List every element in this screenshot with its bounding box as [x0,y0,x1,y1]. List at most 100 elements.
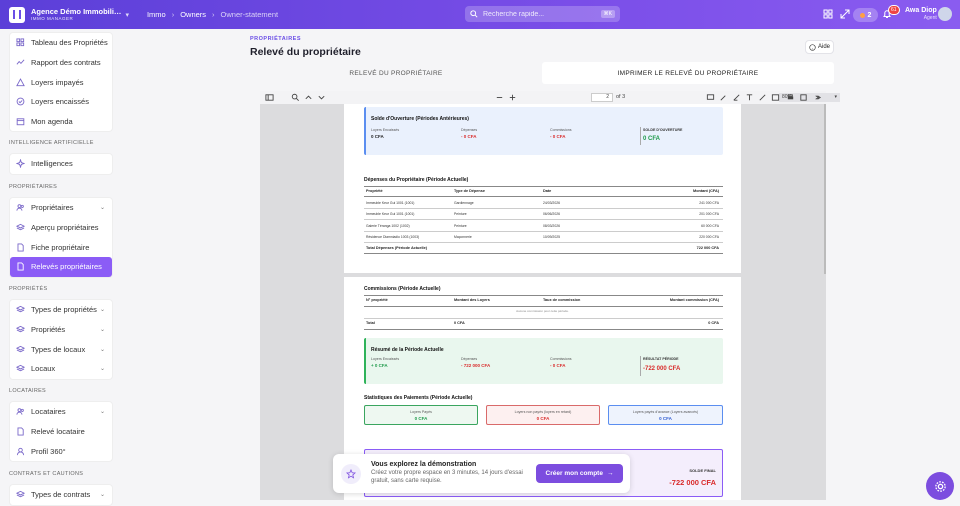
image-icon[interactable] [771,93,780,102]
agency-switcher[interactable]: Agence Démo Immobili… IMMO MANAGER [31,8,121,21]
warning-icon [16,77,25,87]
total-label: Total [366,321,375,325]
sidebar-item[interactable]: Mon agenda [10,112,112,132]
table-cell: Maçonnerie [454,234,472,239]
empty-state: Aucune commission pour cette période. [516,309,569,313]
pdf-viewer[interactable]: Solde d'Ouverture (Périodes Antérieures)… [260,104,826,500]
sidebar-item[interactable]: Types de contrats ⌄ [10,485,112,505]
layers-icon [16,490,25,499]
draw-icon[interactable] [719,93,728,102]
chevron-down-icon[interactable]: ⌄ [100,306,105,313]
sidebar-group-properties: Types de propriétés ⌄ Propriétés ⌄ Types de … [9,299,113,380]
sidebar-item[interactable]: Tableau des Propriétés [10,33,112,53]
arrow-right-icon: → [606,470,614,477]
document-icon [16,243,25,252]
opening-balance-box: Solde d'Ouverture (Périodes Antérieures)… [364,107,723,155]
table-cell: Immeuble Keur Gui 1001 (1001) [366,201,415,205]
apps-grid-icon[interactable] [823,9,833,19]
app-logo[interactable] [9,6,25,23]
chevron-up-icon[interactable] [304,93,313,102]
comment-icon[interactable] [706,93,715,102]
summary-value: - 0 CFA [550,363,566,368]
sidebar-item[interactable]: Relevé locataire [10,422,112,442]
chevron-down-icon[interactable]: ▾ [125,11,129,19]
tab-print-statement[interactable]: IMPRIMER LE RELEVÉ DU PROPRIÉTAIRE [542,62,834,84]
layers-icon [16,325,25,334]
page-eyebrow: PROPRIÉTAIRES [250,36,302,42]
final-balance-label: SOLDE FINAL [689,468,716,473]
breadcrumb-owners[interactable]: Owners [180,10,206,19]
sidebar-item[interactable]: Intelligences [10,154,112,174]
sidebar-item[interactable]: Relevés propriétaires [10,257,112,277]
sidebar-item[interactable]: Fiche propriétaire [10,237,112,257]
breadcrumb-immo[interactable]: Immo [147,10,166,19]
sidebar-item[interactable]: Propriétés ⌄ [10,320,112,340]
user-menu[interactable]: Awa Diop Agent [905,7,937,21]
page-total: of 3 [616,94,626,100]
sidebar-item-label: Intelligences [31,159,73,169]
search-icon[interactable] [291,93,300,102]
page-number-input[interactable]: 2 [591,93,613,102]
zoom-in-icon[interactable] [508,93,517,102]
demo-banner: Vous explorez la démonstration Créez vot… [333,454,630,493]
zoom-out-icon[interactable] [495,93,504,102]
total-value: 0 CFA [454,321,465,325]
payment-value: 0 CFA [536,416,550,421]
chevron-down-icon[interactable]: ⌄ [100,204,105,211]
chevron-down-icon[interactable]: ⌄ [100,346,105,353]
sidebar-item[interactable]: Locataires ⌄ [10,402,112,422]
print-icon[interactable] [786,93,795,102]
search-input[interactable]: Recherche rapide... ⌘K [465,6,620,22]
table-cell: 220 000 CFA [699,234,719,239]
sidebar-toggle-icon[interactable] [265,93,274,102]
sidebar-item-label: Types de locaux [31,344,86,354]
sidebar-item[interactable]: Locaux ⌄ [10,359,112,379]
table-header: Propriété [366,189,383,193]
sidebar-item[interactable]: Types de propriétés ⌄ [10,300,112,320]
summary-value: - 722 000 CFA [461,363,491,368]
help-button[interactable]: Aide [805,40,834,54]
payment-label: Loyers Payés [410,410,432,414]
settings-fab[interactable] [926,472,954,500]
create-account-label: Créer mon compte [545,470,603,477]
sidebar: Tableau des Propriétés Rapport des contra… [0,29,120,506]
sidebar-item-label: Propriétaires [31,203,74,213]
create-account-button[interactable]: Créer mon compte → [536,464,623,483]
table-cell: Peinture [454,212,467,217]
top-bar: Agence Démo Immobili… IMMO MANAGER ▾ Imm… [0,0,960,29]
chevron-down-icon: ▾ [834,94,837,100]
sidebar-item[interactable]: Loyers encaissés [10,92,112,112]
tabs: RELEVÉ DU PROPRIÉTAIRE IMPRIMER LE RELEV… [250,62,834,84]
check-circle-icon [16,97,25,106]
page-title: Relevé du propriétaire [250,46,361,58]
pen-icon[interactable] [758,93,767,102]
highlight-icon[interactable] [732,93,741,102]
sidebar-item-label: Types de contrats [31,490,91,500]
fullscreen-icon[interactable] [840,9,850,19]
sidebar-item[interactable]: Loyers impayés [10,72,112,92]
sidebar-item[interactable]: Propriétaires ⌄ [10,198,112,218]
table-header: Taux de commission [543,298,581,302]
chevron-down-icon[interactable]: ⌄ [100,326,105,333]
sidebar-item[interactable]: Types de locaux ⌄ [10,339,112,359]
users-icon [16,407,25,416]
save-icon[interactable] [799,93,808,102]
avatar[interactable] [938,7,952,21]
notification-pill[interactable]: 2 [853,8,878,22]
bell-badge: 61 [888,5,900,15]
pdf-scrollbar[interactable] [824,104,826,274]
sidebar-group-contracts: Types de contrats ⌄ [9,484,113,506]
chevron-down-icon[interactable]: ⌄ [100,365,105,372]
chevron-down-icon[interactable]: ⌄ [100,491,105,498]
chevron-down-icon[interactable] [317,93,326,102]
section-title-contracts: CONTRATS ET CAUTIONS [9,471,84,477]
more-icon[interactable] [813,93,822,102]
sidebar-item-label: Tableau des Propriétés [31,38,108,48]
sidebar-item[interactable]: Aperçu propriétaires [10,218,112,238]
tab-statement[interactable]: RELEVÉ DU PROPRIÉTAIRE [250,62,542,84]
chevron-down-icon[interactable]: ⌄ [100,408,105,415]
user-role: Agent [923,15,937,21]
text-icon[interactable] [745,93,754,102]
sidebar-item[interactable]: Rapport des contrats [10,53,112,73]
sidebar-item[interactable]: Profil 360° [10,441,112,461]
